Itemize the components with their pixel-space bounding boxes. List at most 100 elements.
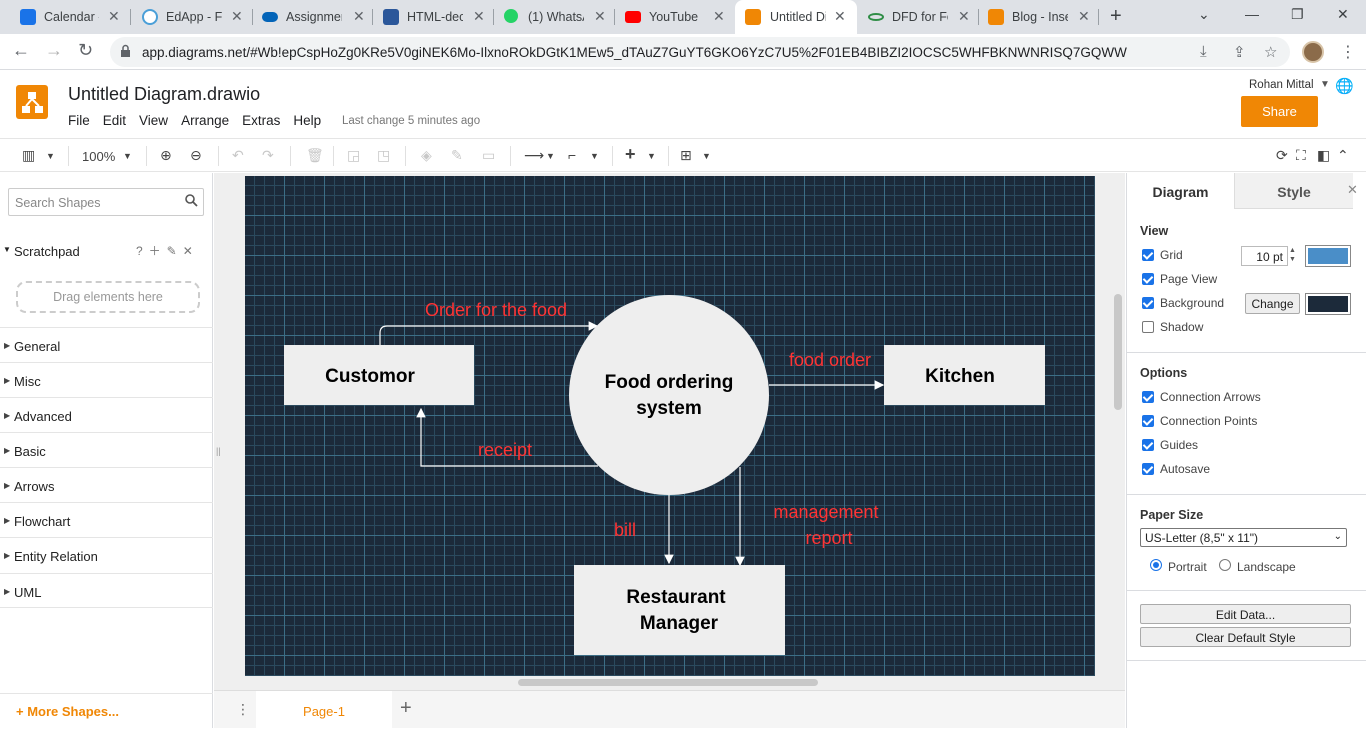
- paper-size-select[interactable]: US-Letter (8,5" x 11") ⌄: [1140, 528, 1347, 547]
- address-bar[interactable]: app.diagrams.net/#Wb!epCspHoZg0KRe5V0giN…: [110, 37, 1290, 67]
- scratchpad-dropzone[interactable]: Drag elements here: [16, 281, 200, 313]
- browser-tab[interactable]: Blog - Inse ✕: [968, 0, 1098, 34]
- tab-diagram[interactable]: Diagram: [1127, 173, 1234, 209]
- edge-label-report-line2[interactable]: report: [805, 528, 852, 548]
- tab-style[interactable]: Style: [1234, 173, 1353, 209]
- search-input[interactable]: Search Shapes: [8, 188, 204, 216]
- guides-checkbox[interactable]: [1142, 439, 1154, 451]
- close-panel-icon[interactable]: ✕: [1347, 182, 1358, 198]
- horizontal-scrollbar[interactable]: [518, 679, 818, 686]
- browser-tab[interactable]: EdApp - Fir ✕: [122, 0, 252, 34]
- to-front-icon[interactable]: ◲: [347, 147, 360, 164]
- new-tab-icon[interactable]: +: [1110, 5, 1122, 28]
- edge-label-report-line1[interactable]: management: [773, 502, 878, 522]
- close-tab-icon[interactable]: ✕: [594, 8, 606, 25]
- reload-icon[interactable]: ↻: [78, 40, 93, 61]
- format-panel-icon[interactable]: ▥: [22, 147, 35, 164]
- landscape-radio[interactable]: [1219, 559, 1231, 571]
- section-advanced[interactable]: ▶ Advanced: [0, 397, 213, 432]
- minimize-icon[interactable]: —: [1245, 6, 1259, 22]
- node-restaurant-manager[interactable]: [574, 565, 785, 655]
- diagram-page[interactable]: Customor Kitchen Food ordering system Re…: [245, 176, 1095, 676]
- fill-color-icon[interactable]: ◈: [421, 147, 432, 164]
- undo-icon[interactable]: ↶: [232, 147, 244, 164]
- profile-avatar[interactable]: [1302, 41, 1324, 63]
- section-flowchart[interactable]: ▶ Flowchart: [0, 502, 213, 537]
- zoom-level[interactable]: 100%: [82, 149, 115, 164]
- edge-order[interactable]: [379, 321, 599, 345]
- close-tab-icon[interactable]: ✕: [473, 8, 485, 25]
- shadow-checkbox[interactable]: [1142, 321, 1154, 333]
- shadow-icon[interactable]: ▭: [482, 147, 495, 164]
- connection-arrows-checkbox[interactable]: [1142, 391, 1154, 403]
- close-tab-icon[interactable]: ✕: [1078, 8, 1090, 25]
- scratchpad-actions[interactable]: ?＋✎✕: [136, 242, 199, 259]
- collapse-icon[interactable]: ⌃: [1337, 147, 1349, 164]
- edge-label-order[interactable]: Order for the food: [425, 300, 567, 320]
- menu-extras[interactable]: Extras: [242, 113, 280, 128]
- browser-menu-icon[interactable]: ⋮: [1340, 42, 1356, 62]
- chevron-down-icon[interactable]: ▼: [46, 151, 55, 161]
- user-name[interactable]: Rohan Mittal: [1249, 79, 1314, 91]
- close-tab-icon[interactable]: ✕: [713, 8, 725, 25]
- chevron-down-icon[interactable]: ▼: [702, 151, 711, 161]
- browser-tab[interactable]: HTML-dec ✕: [363, 0, 493, 34]
- close-tab-icon[interactable]: ✕: [108, 8, 120, 25]
- change-background-button[interactable]: Change: [1245, 293, 1300, 314]
- menu-help[interactable]: Help: [293, 113, 321, 128]
- page-view-checkbox[interactable]: [1142, 273, 1154, 285]
- clear-default-style-button[interactable]: Clear Default Style: [1140, 627, 1351, 647]
- waypoints-icon[interactable]: ⌐: [568, 147, 576, 163]
- background-color-swatch[interactable]: [1305, 293, 1351, 315]
- edge-label-bill[interactable]: bill: [614, 520, 636, 540]
- vertical-scrollbar[interactable]: [1114, 294, 1122, 410]
- search-icon[interactable]: [185, 194, 198, 207]
- redo-icon[interactable]: ↷: [262, 147, 274, 164]
- tab-page-1[interactable]: Page-1: [256, 691, 392, 729]
- grid-color-swatch[interactable]: [1305, 245, 1351, 267]
- delete-icon[interactable]: 🗑: [306, 147, 324, 164]
- chevron-down-icon[interactable]: ▼: [123, 151, 132, 161]
- zoom-out-icon[interactable]: ⊖: [190, 147, 202, 164]
- sync-icon[interactable]: ⟳: [1276, 147, 1288, 164]
- section-general[interactable]: ▶ General: [0, 327, 213, 362]
- menu-view[interactable]: View: [139, 113, 168, 128]
- share-button[interactable]: Share: [1241, 96, 1318, 127]
- menu-edit[interactable]: Edit: [103, 113, 126, 128]
- add-page-icon[interactable]: +: [400, 697, 412, 720]
- connection-arrow-icon[interactable]: ⟶: [524, 147, 544, 164]
- close-window-icon[interactable]: ✕: [1337, 6, 1349, 23]
- scratchpad-header[interactable]: ▼ Scratchpad ?＋✎✕: [0, 237, 213, 261]
- format-panel-toggle-icon[interactable]: ◧: [1317, 147, 1330, 164]
- edit-data-button[interactable]: Edit Data...: [1140, 604, 1351, 624]
- section-arrows[interactable]: ▶ Arrows: [0, 467, 213, 502]
- browser-tab[interactable]: YouTube ✕: [605, 0, 735, 34]
- menu-arrange[interactable]: Arrange: [181, 113, 229, 128]
- section-misc[interactable]: ▶ Misc: [0, 362, 213, 397]
- chevron-down-icon[interactable]: ▼: [590, 151, 599, 161]
- edge-label-receipt[interactable]: receipt: [478, 440, 532, 460]
- language-globe-icon[interactable]: 🌐: [1335, 77, 1354, 95]
- menu-file[interactable]: File: [68, 113, 90, 128]
- table-icon[interactable]: ⊞: [680, 147, 692, 164]
- edge-label-food-order[interactable]: food order: [789, 350, 871, 370]
- insert-plus-icon[interactable]: +: [625, 144, 636, 165]
- fullscreen-icon[interactable]: ⛶: [1296, 147, 1306, 164]
- tab-search-icon[interactable]: ⌄: [1198, 6, 1210, 23]
- back-icon[interactable]: ←: [12, 40, 30, 61]
- connection-points-checkbox[interactable]: [1142, 415, 1154, 427]
- grid-size-input[interactable]: 10 pt: [1241, 246, 1288, 266]
- section-entity-relation[interactable]: ▶ Entity Relation: [0, 537, 213, 572]
- browser-tab[interactable]: (1) WhatsA ✕: [484, 0, 614, 34]
- section-basic[interactable]: ▶ Basic: [0, 432, 213, 467]
- pages-menu-icon[interactable]: ⋮: [236, 701, 250, 718]
- document-title[interactable]: Untitled Diagram.drawio: [68, 84, 260, 105]
- zoom-in-icon[interactable]: ⊕: [160, 147, 172, 164]
- user-dropdown-icon[interactable]: ▼: [1320, 79, 1330, 90]
- node-food-ordering-system[interactable]: [569, 295, 769, 495]
- last-change-status[interactable]: Last change 5 minutes ago: [342, 115, 480, 127]
- forward-icon[interactable]: →: [45, 40, 63, 61]
- browser-tab[interactable]: Assignmen ✕: [242, 0, 372, 34]
- panel-resize-handle[interactable]: ||: [216, 446, 221, 456]
- grid-size-stepper[interactable]: ▲ ▼: [1289, 246, 1300, 266]
